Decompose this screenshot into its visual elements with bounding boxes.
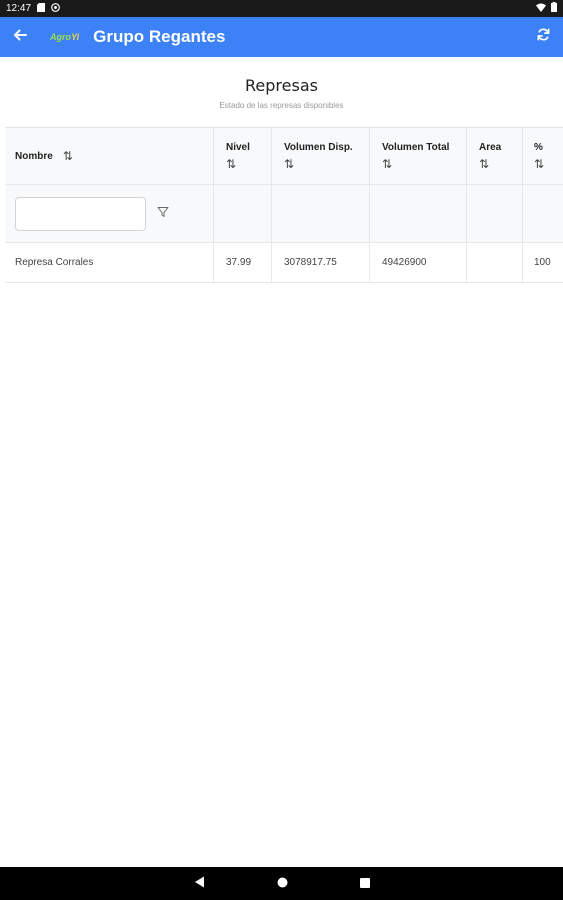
column-label: Nombre	[15, 150, 53, 162]
column-label: Area	[479, 142, 502, 153]
sort-icon[interactable]: ⇅	[284, 157, 294, 171]
table-filter-row	[5, 185, 563, 243]
column-label: Volumen Total	[382, 142, 450, 153]
nombre-filter-input[interactable]	[15, 196, 146, 231]
sort-icon[interactable]: ⇅	[479, 157, 489, 171]
app-title: Grupo Regantes	[93, 27, 226, 46]
status-time: 12:47	[6, 3, 32, 14]
nav-recents-icon[interactable]	[359, 875, 370, 893]
nav-home-icon[interactable]	[277, 875, 288, 893]
battery-icon	[551, 2, 557, 15]
cell-percent: 100	[534, 257, 551, 268]
table-header-row: Nombre ⇅ Nivel ⇅ Volumen Disp. ⇅ Volumen…	[5, 128, 563, 185]
filter-cell	[370, 185, 467, 242]
system-nav-bar	[0, 867, 563, 900]
column-label: Nivel	[226, 142, 250, 153]
refresh-button[interactable]	[523, 17, 563, 57]
filter-cell	[467, 185, 523, 242]
page-subtitle: Estado de las represas disponibles	[219, 101, 344, 110]
status-bar: 12:47	[0, 0, 563, 17]
represas-table: Nombre ⇅ Nivel ⇅ Volumen Disp. ⇅ Volumen…	[5, 127, 563, 283]
column-header-nivel[interactable]: Nivel ⇅	[214, 128, 272, 184]
app-bar: AgroYi Grupo Regantes	[0, 17, 563, 57]
column-header-nombre[interactable]: Nombre ⇅	[5, 128, 214, 184]
column-header-area[interactable]: Area ⇅	[467, 128, 523, 184]
sort-icon[interactable]: ⇅	[226, 157, 236, 171]
column-header-volumen-disp[interactable]: Volumen Disp. ⇅	[272, 128, 370, 184]
at-sign-icon	[51, 2, 60, 15]
cell-nombre: Represa Corrales	[5, 243, 214, 282]
filter-cell	[214, 185, 272, 242]
app-logo: AgroYi	[50, 32, 79, 42]
back-button[interactable]	[0, 17, 40, 57]
sd-card-icon	[37, 2, 46, 15]
table-row[interactable]: Represa Corrales 37.99 3078917.75 494269…	[5, 243, 563, 283]
refresh-icon	[536, 27, 551, 47]
cell-volumen-disp: 3078917.75	[272, 243, 370, 282]
sort-icon[interactable]: ⇅	[534, 157, 544, 171]
filter-cell	[272, 185, 370, 242]
cell-area	[467, 243, 523, 282]
filter-cell	[523, 185, 563, 242]
wifi-icon	[536, 3, 546, 15]
nav-back-icon[interactable]	[194, 875, 205, 893]
filter-icon[interactable]	[157, 206, 169, 221]
sort-icon[interactable]: ⇅	[63, 149, 73, 163]
column-label: %	[534, 142, 543, 153]
sort-icon[interactable]: ⇅	[382, 157, 392, 171]
cell-volumen-total: 49426900	[370, 243, 467, 282]
column-label: Volumen Disp.	[284, 142, 353, 153]
column-header-volumen-total[interactable]: Volumen Total ⇅	[370, 128, 467, 184]
cell-nivel: 37.99	[214, 243, 272, 282]
main-content: Represas Estado de las represas disponib…	[0, 57, 563, 867]
logo-yi-text: Yi	[71, 32, 80, 42]
page-title: Represas	[245, 76, 318, 95]
arrow-left-icon	[13, 28, 27, 46]
column-header-percent[interactable]: % ⇅	[523, 128, 563, 184]
filter-cell	[5, 185, 214, 242]
logo-agro-text: Agro	[50, 32, 71, 42]
